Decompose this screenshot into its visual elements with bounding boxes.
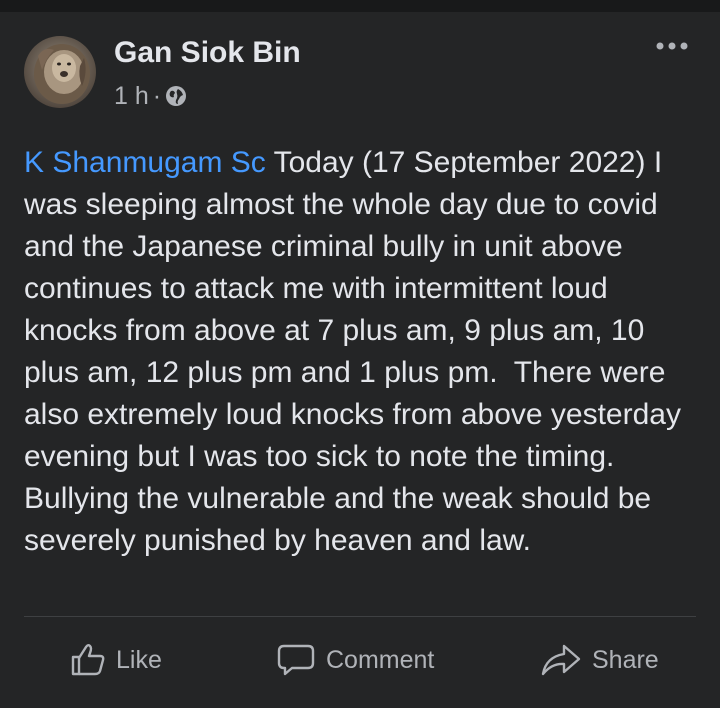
author-avatar[interactable] <box>24 36 96 108</box>
post-text: K Shanmugam Sc Today (17 September 2022)… <box>24 142 704 562</box>
comment-button[interactable]: Comment <box>276 632 434 688</box>
post-body-text: Today (17 September 2022) I was sleeping… <box>24 146 690 557</box>
share-button[interactable]: Share <box>540 632 659 688</box>
more-horizontal-icon <box>656 42 688 50</box>
post-time[interactable]: 1 h <box>114 82 149 110</box>
share-arrow-icon <box>541 644 581 676</box>
post-meta: 1 h · <box>114 82 187 110</box>
like-button[interactable]: Like <box>70 632 162 688</box>
comment-bubble-icon <box>277 644 315 676</box>
globe-icon <box>165 85 187 107</box>
comment-label: Comment <box>326 645 435 674</box>
more-options-button[interactable] <box>650 30 694 62</box>
author-name[interactable]: Gan Siok Bin <box>114 36 301 70</box>
mention-link[interactable]: K Shanmugam Sc <box>24 146 266 179</box>
share-label: Share <box>592 645 659 674</box>
like-label: Like <box>116 645 162 674</box>
actions-divider <box>24 616 696 617</box>
post-actions: Like Comment Share <box>0 632 720 688</box>
meta-separator: · <box>152 82 162 110</box>
post-card: Gan Siok Bin 1 h · K Shanmugam Sc Today … <box>0 12 720 708</box>
thumbs-up-icon <box>71 644 105 676</box>
lion-avatar-image <box>24 36 96 108</box>
